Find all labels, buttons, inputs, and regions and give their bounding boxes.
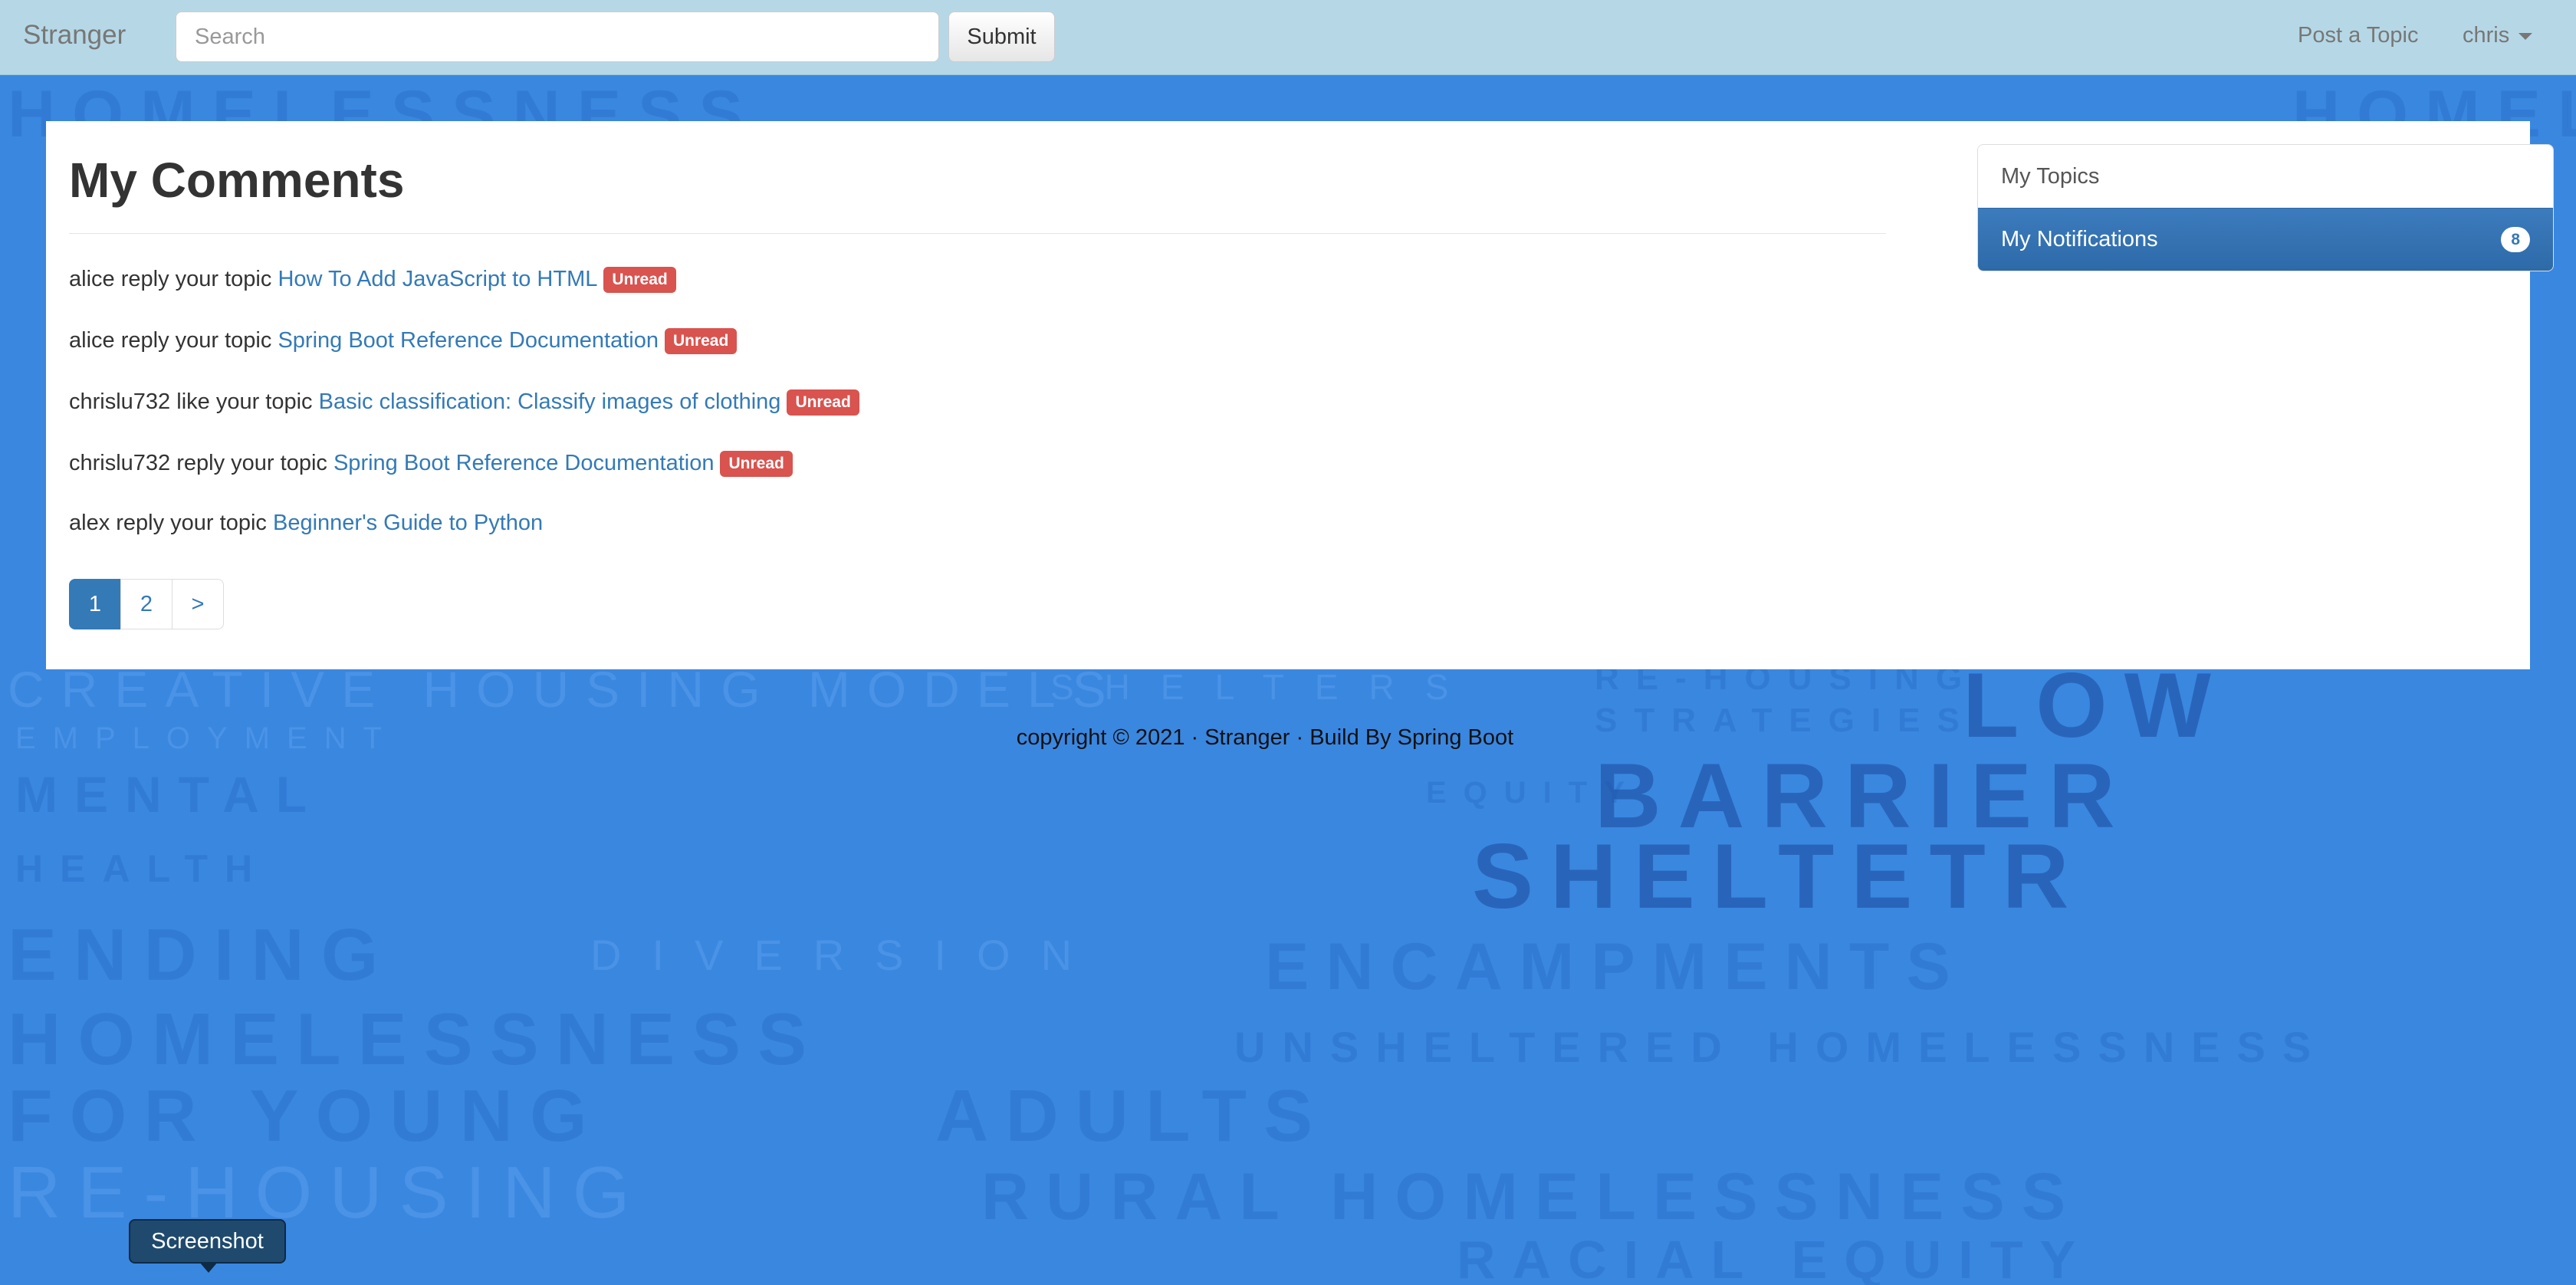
unread-badge: Unread — [787, 389, 859, 416]
list-item: alice reply your topic Spring Boot Refer… — [69, 328, 1886, 389]
comment-list: alice reply your topic How To Add JavaSc… — [69, 267, 1886, 573]
comment-actor: chrislu732 — [69, 451, 171, 475]
top-navbar: Stranger Submit Post a Topic chris — [0, 0, 2576, 75]
topic-link[interactable]: How To Add JavaScript to HTML — [278, 267, 597, 291]
user-menu-dropdown[interactable]: chris — [2463, 23, 2533, 48]
bg-word: CREATIVE HOUSING MODELS — [8, 661, 1123, 718]
comment-action: reply your topic — [176, 451, 327, 475]
sidebar-item-label: My Topics — [2001, 163, 2100, 189]
list-item: chrislu732 like your topic Basic classif… — [69, 389, 1886, 451]
sidebar-item-my-topics[interactable]: My Topics — [1978, 145, 2553, 208]
sidebar-item-label: My Notifications — [2001, 227, 2158, 251]
unread-badge: Unread — [603, 267, 676, 293]
footer-copyright: copyright © 2021 · Stranger · Build By S… — [1016, 725, 1514, 750]
bg-word: SHELTERS — [1050, 667, 1480, 707]
content-panel: My Comments alice reply your topic How T… — [46, 121, 2554, 669]
list-item: alice reply your topic How To Add JavaSc… — [69, 267, 1886, 328]
notification-count-badge: 8 — [2501, 226, 2530, 253]
list-item: chrislu732 reply your topic Spring Boot … — [69, 451, 1886, 512]
topic-link[interactable]: Beginner's Guide to Python — [273, 511, 543, 535]
bg-word: HOMELESSNESS — [8, 998, 824, 1080]
bg-word: ENDING — [8, 914, 396, 996]
bg-word: SHELTETR — [1472, 825, 2086, 928]
sidebar-menu: My Topics My Notifications 8 — [1977, 144, 2554, 271]
search-input[interactable] — [176, 12, 939, 62]
brand-logo[interactable]: Stranger — [23, 20, 126, 51]
bg-word: RACIAL EQUITY — [1457, 1230, 2093, 1285]
comment-action: like your topic — [176, 389, 313, 414]
search-submit-button[interactable]: Submit — [948, 12, 1055, 62]
tooltip-arrow-icon — [199, 1262, 218, 1273]
bg-word: EQUITY — [1426, 776, 1641, 810]
page-1-button[interactable]: 1 — [69, 579, 121, 629]
unread-badge: Unread — [664, 328, 738, 354]
comment-action: reply your topic — [120, 267, 272, 291]
topic-link[interactable]: Spring Boot Reference Documentation — [278, 328, 659, 353]
bg-word: UNSHELTERED HOMELESSNESS — [1234, 1023, 2328, 1071]
caret-down-icon — [2518, 32, 2533, 40]
comment-actor: chrislu732 — [69, 389, 171, 414]
list-item: alex reply your topic Beginner's Guide t… — [69, 512, 1886, 573]
bg-word: MENTAL — [15, 766, 324, 823]
bg-word: ENCAMPMENTS — [1265, 930, 1967, 1004]
comment-actor: alex — [69, 511, 110, 535]
bg-word: ADULTS — [935, 1075, 1330, 1157]
bg-word: HEALTH — [15, 847, 270, 890]
comment-action: reply your topic — [116, 511, 267, 535]
comment-actor: alice — [69, 328, 115, 353]
comment-action: reply your topic — [120, 328, 272, 353]
comment-actor: alice — [69, 267, 115, 291]
screenshot-tooltip: Screenshot — [129, 1219, 286, 1264]
page-2-button[interactable]: 2 — [120, 579, 172, 629]
sidebar-item-my-notifications[interactable]: My Notifications 8 — [1978, 208, 2553, 271]
pagination: 1 2 > — [69, 579, 224, 629]
unread-badge: Unread — [720, 451, 793, 477]
topic-link[interactable]: Spring Boot Reference Documentation — [334, 451, 715, 475]
page-title: My Comments — [69, 153, 405, 208]
title-divider — [69, 233, 1886, 234]
bg-word: RE-HOUSING — [8, 1152, 647, 1234]
user-name: chris — [2463, 23, 2510, 48]
post-topic-link[interactable]: Post a Topic — [2298, 23, 2418, 48]
topic-link[interactable]: Basic classification: Classify images of… — [319, 389, 781, 414]
next-page-button[interactable]: > — [172, 579, 224, 629]
bg-word: DIVERSION — [590, 931, 1103, 979]
bg-word: RURAL HOMELESSNESS — [981, 1160, 2083, 1234]
bg-word: FOR YOUNG — [8, 1075, 604, 1157]
